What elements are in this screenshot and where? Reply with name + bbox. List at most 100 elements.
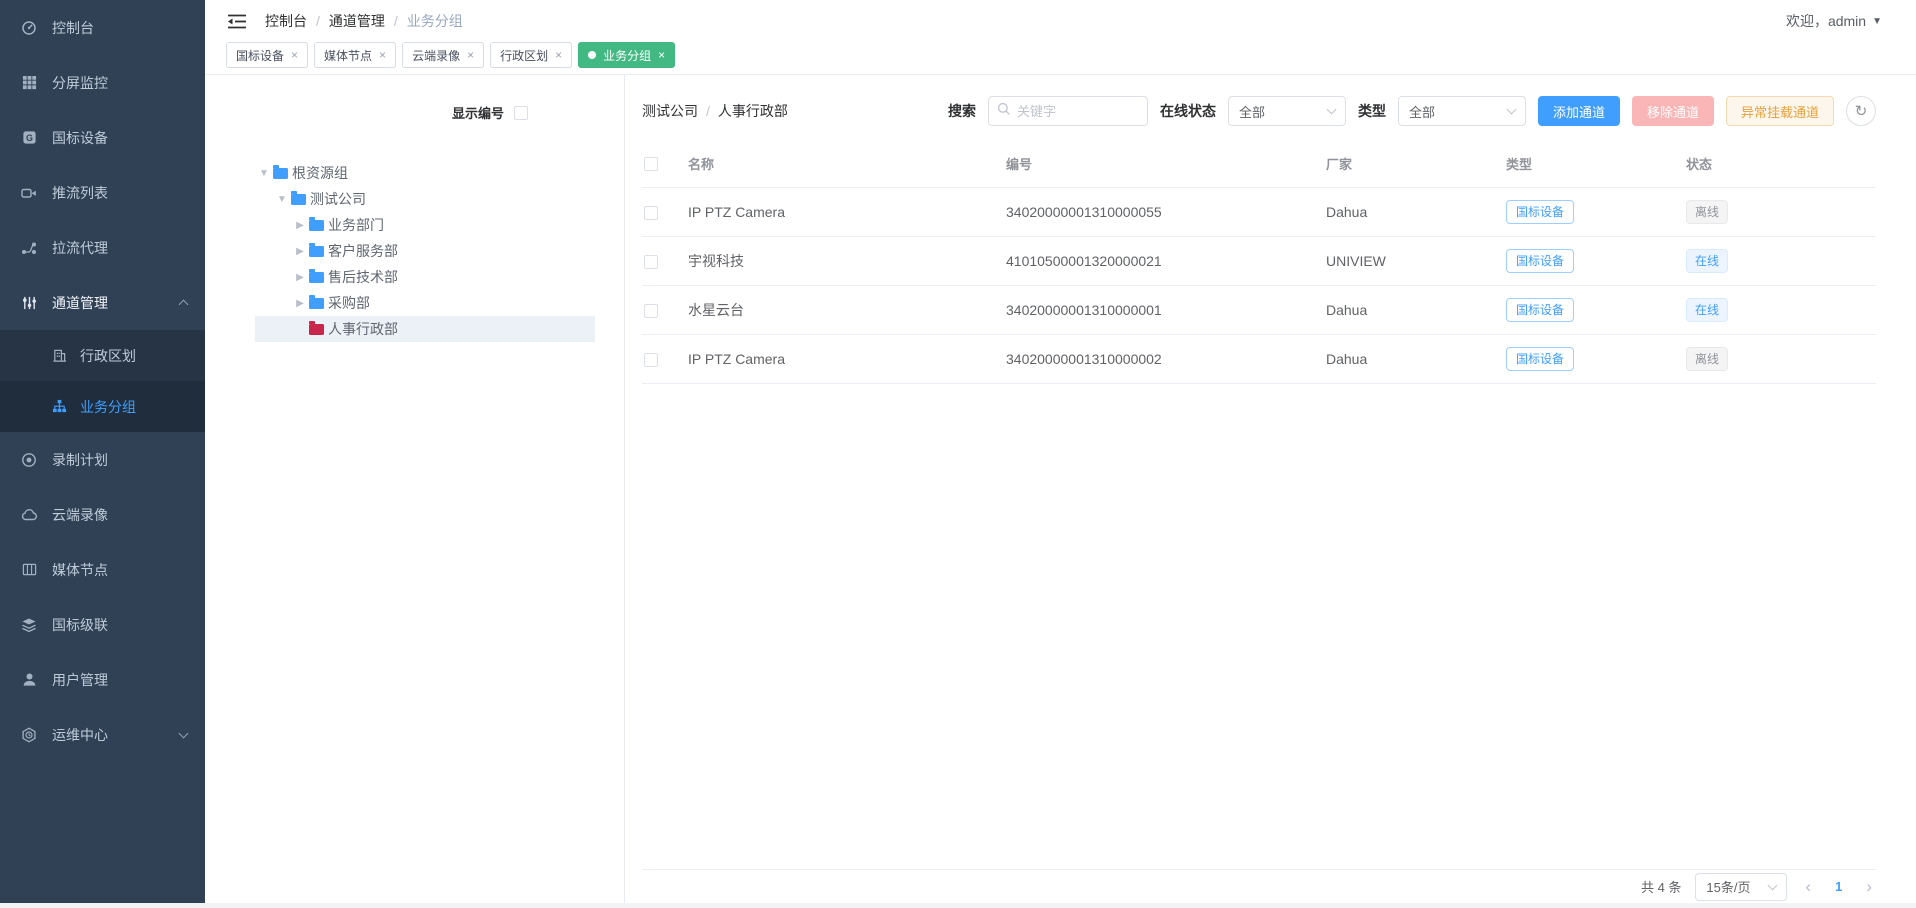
sidebar-item-push-stream[interactable]: 推流列表	[0, 165, 205, 220]
cloud-record-icon	[20, 507, 38, 523]
tab-business-group[interactable]: 业务分组 ×	[578, 42, 675, 68]
sidebar-item-business-group[interactable]: 业务分组	[0, 381, 205, 432]
sidebar-item-channel-mgmt[interactable]: 通道管理	[0, 275, 205, 330]
tab-media-node[interactable]: 媒体节点 ×	[314, 42, 396, 68]
main-area: 控制台 / 通道管理 / 业务分组 欢迎，admin ▼ 国标设备 × 媒体节点…	[205, 0, 1916, 903]
tab-cloud-record[interactable]: 云端录像 ×	[402, 42, 484, 68]
caret-collapsed-icon[interactable]: ▶	[291, 220, 309, 231]
tree-node-hr-admin[interactable]: 人事行政部	[255, 316, 595, 342]
column-header-status: 状态	[1686, 140, 1876, 187]
search-icon	[997, 102, 1011, 121]
sidebar-item-admin-division[interactable]: 行政区划	[0, 330, 205, 381]
chevron-down-icon	[1507, 105, 1517, 115]
column-header-code: 编号	[1006, 140, 1326, 187]
refresh-button[interactable]: ↻	[1846, 96, 1876, 126]
remove-channel-button[interactable]: 移除通道	[1632, 96, 1714, 126]
tree-node-root[interactable]: ▼ 根资源组	[255, 160, 595, 186]
tree-node-customer-service[interactable]: ▶ 客户服务部	[255, 238, 595, 264]
close-icon[interactable]: ×	[555, 48, 562, 62]
tree-header: 显示编号	[205, 103, 624, 122]
table-row[interactable]: 水星云台 34020000001310000001 Dahua 国标设备 在线	[642, 285, 1876, 334]
folder-icon	[291, 194, 306, 205]
ops-center-icon	[20, 727, 38, 743]
sidebar-item-gb-device[interactable]: G 国标设备	[0, 110, 205, 165]
caret-collapsed-icon[interactable]: ▶	[291, 246, 309, 257]
row-checkbox[interactable]	[644, 304, 658, 318]
tree-node-company[interactable]: ▼ 测试公司	[255, 186, 595, 212]
sidebar-item-record-plan[interactable]: 录制计划	[0, 432, 205, 487]
dashboard-icon	[20, 20, 38, 36]
group-path-parent: 测试公司	[642, 101, 698, 121]
row-checkbox[interactable]	[644, 353, 658, 367]
sidebar-item-pull-proxy[interactable]: 拉流代理	[0, 220, 205, 275]
close-icon[interactable]: ×	[379, 48, 386, 62]
prev-page-button[interactable]: ‹	[1801, 878, 1815, 895]
tree-node-label: 售后技术部	[328, 267, 398, 287]
chevron-down-icon	[1768, 880, 1778, 890]
tab-gb-device[interactable]: 国标设备 ×	[226, 42, 308, 68]
type-label: 类型	[1358, 101, 1386, 121]
sidebar-item-label: 推流列表	[52, 183, 108, 203]
collapse-menu-icon[interactable]	[227, 12, 247, 30]
page-size-select[interactable]: 15条/页	[1695, 873, 1787, 901]
sidebar-item-ops-center[interactable]: 运维中心	[0, 707, 205, 762]
gb-device-icon: G	[20, 130, 38, 146]
breadcrumb-channel-mgmt[interactable]: 通道管理	[329, 11, 385, 31]
pagination: 共 4 条 15条/页 ‹ 1 ›	[642, 869, 1876, 903]
add-channel-button[interactable]: 添加通道	[1538, 96, 1620, 126]
caret-expanded-icon[interactable]: ▼	[255, 168, 273, 179]
next-page-button[interactable]: ›	[1862, 878, 1876, 895]
status-badge-offline: 离线	[1686, 200, 1728, 224]
sidebar-item-label: 分屏监控	[52, 73, 108, 93]
channel-type-tag: 国标设备	[1506, 200, 1574, 224]
sidebar-item-label: 媒体节点	[52, 560, 108, 580]
table-row[interactable]: IP PTZ Camera 34020000001310000002 Dahua…	[642, 334, 1876, 383]
search-input[interactable]	[1017, 104, 1139, 119]
tab-label: 云端录像	[412, 47, 460, 64]
sidebar-item-media-node[interactable]: 媒体节点	[0, 542, 205, 597]
close-icon[interactable]: ×	[467, 48, 474, 62]
tree-node-business-dept[interactable]: ▶ 业务部门	[255, 212, 595, 238]
sidebar-item-cloud-record[interactable]: 云端录像	[0, 487, 205, 542]
sidebar-item-label: 行政区划	[80, 346, 136, 366]
current-page-number[interactable]: 1	[1829, 879, 1848, 894]
channel-name: IP PTZ Camera	[688, 187, 1006, 236]
online-status-value: 全部	[1239, 102, 1265, 121]
column-header-type: 类型	[1506, 140, 1686, 187]
table-empty-space	[642, 384, 1876, 870]
breadcrumb-console[interactable]: 控制台	[265, 11, 307, 31]
show-id-checkbox[interactable]	[514, 106, 528, 120]
folder-icon	[309, 272, 324, 283]
sidebar-item-user-mgmt[interactable]: 用户管理	[0, 652, 205, 707]
sidebar-item-label: 控制台	[52, 18, 94, 38]
row-checkbox[interactable]	[644, 206, 658, 220]
table-row[interactable]: IP PTZ Camera 34020000001310000055 Dahua…	[642, 187, 1876, 236]
sidebar-item-split-screen[interactable]: 分屏监控	[0, 55, 205, 110]
sidebar-item-label: 拉流代理	[52, 238, 108, 258]
channel-vendor: Dahua	[1326, 187, 1506, 236]
sidebar-item-gb-cascade[interactable]: 国标级联	[0, 597, 205, 652]
online-status-select[interactable]: 全部	[1228, 96, 1346, 126]
channel-table-panel: 测试公司 / 人事行政部 搜索 在线状态 全部	[625, 75, 1916, 903]
type-select[interactable]: 全部	[1398, 96, 1526, 126]
sidebar-item-console[interactable]: 控制台	[0, 0, 205, 55]
user-menu[interactable]: 欢迎，admin ▼	[1786, 11, 1882, 31]
caret-expanded-icon[interactable]: ▼	[273, 194, 291, 205]
tree-node-purchasing[interactable]: ▶ 采购部	[255, 290, 595, 316]
tree-node-aftersales[interactable]: ▶ 售后技术部	[255, 264, 595, 290]
abnormal-mount-channel-button[interactable]: 异常挂载通道	[1726, 96, 1834, 126]
tree-node-label: 人事行政部	[328, 319, 398, 339]
caret-collapsed-icon[interactable]: ▶	[291, 272, 309, 283]
push-stream-icon	[20, 185, 38, 201]
tab-admin-division[interactable]: 行政区划 ×	[490, 42, 572, 68]
close-icon[interactable]: ×	[291, 48, 298, 62]
table-row[interactable]: 宇视科技 41010500001320000021 UNIVIEW 国标设备 在…	[642, 236, 1876, 285]
channel-code: 34020000001310000002	[1006, 334, 1326, 383]
tab-label: 国标设备	[236, 47, 284, 64]
active-tab-dot	[588, 51, 596, 59]
table-toolbar: 测试公司 / 人事行政部 搜索 在线状态 全部	[642, 95, 1876, 127]
close-icon[interactable]: ×	[658, 48, 665, 62]
select-all-checkbox[interactable]	[644, 157, 658, 171]
caret-collapsed-icon[interactable]: ▶	[291, 298, 309, 309]
row-checkbox[interactable]	[644, 255, 658, 269]
